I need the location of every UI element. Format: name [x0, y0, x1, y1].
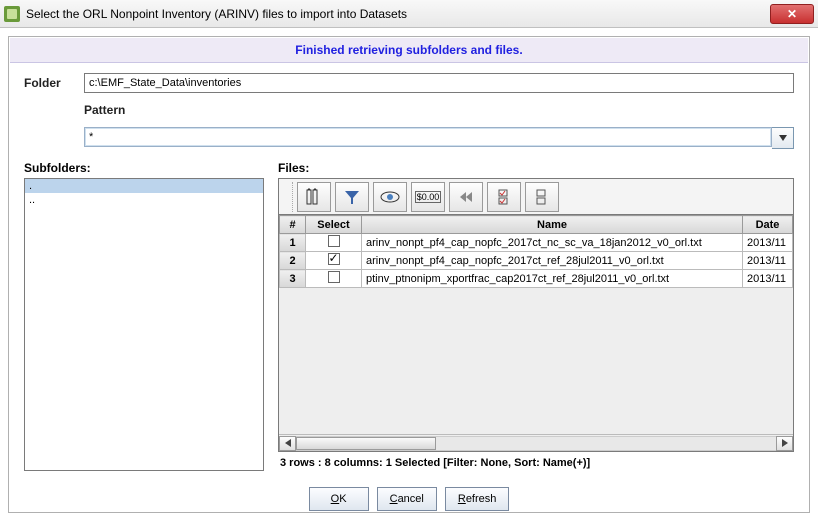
scroll-thumb[interactable] — [296, 437, 436, 450]
row-select-checkbox[interactable] — [328, 271, 340, 283]
file-name-cell: arinv_nonpt_pf4_cap_nopfc_2017ct_ref_28j… — [362, 252, 743, 270]
ok-mnemonic: O — [331, 493, 340, 505]
scroll-track[interactable] — [296, 436, 776, 451]
col-header-date[interactable]: Date — [743, 216, 793, 234]
eye-icon — [380, 191, 400, 203]
row-number: 1 — [280, 234, 306, 252]
scroll-left-button[interactable] — [279, 436, 296, 451]
main-panel: Finished retrieving subfolders and files… — [8, 36, 810, 513]
list-item[interactable]: .. — [25, 193, 263, 207]
select-none-button[interactable] — [525, 182, 559, 212]
col-header-select[interactable]: Select — [306, 216, 362, 234]
chevron-down-icon — [779, 135, 787, 141]
file-date-cell: 2013/11 — [743, 234, 793, 252]
refresh-rest: efresh — [466, 493, 497, 505]
cancel-rest: ancel — [398, 493, 424, 505]
scroll-right-button[interactable] — [776, 436, 793, 451]
horizontal-scrollbar[interactable] — [279, 434, 793, 451]
subfolders-list[interactable]: . .. — [24, 178, 264, 471]
list-item[interactable]: . — [25, 179, 263, 193]
table-row[interactable]: 2 arinv_nonpt_pf4_cap_nopfc_2017ct_ref_2… — [280, 252, 793, 270]
files-toolbar: $0.00 — [278, 178, 794, 214]
files-label: Files: — [278, 161, 794, 175]
first-icon — [458, 190, 474, 204]
status-message: Finished retrieving subfolders and files… — [10, 38, 808, 63]
file-name-cell: ptinv_ptnonipm_xportfrac_cap2017ct_ref_2… — [362, 270, 743, 288]
row-number: 3 — [280, 270, 306, 288]
file-name-cell: arinv_nonpt_pf4_cap_nopfc_2017ct_nc_sc_v… — [362, 234, 743, 252]
first-page-button[interactable] — [449, 182, 483, 212]
toolbar-grip — [281, 182, 293, 212]
app-icon — [4, 6, 20, 22]
ok-button[interactable]: OK — [309, 487, 369, 511]
close-button[interactable]: ✕ — [770, 4, 814, 24]
filter-icon — [343, 188, 361, 206]
row-select-checkbox[interactable] — [328, 253, 340, 265]
pattern-label: Pattern — [84, 103, 770, 117]
col-header-rownum[interactable]: # — [280, 216, 306, 234]
refresh-mnemonic: R — [458, 493, 466, 505]
format-icon: $0.00 — [415, 191, 442, 203]
select-none-icon — [535, 188, 549, 206]
select-all-button[interactable] — [487, 182, 521, 212]
grid-status: 3 rows : 8 columns: 1 Selected [Filter: … — [278, 452, 794, 471]
pattern-input[interactable] — [84, 127, 772, 147]
filter-button[interactable] — [335, 182, 369, 212]
col-header-name[interactable]: Name — [362, 216, 743, 234]
close-icon: ✕ — [787, 7, 797, 21]
view-button[interactable] — [373, 182, 407, 212]
files-grid[interactable]: # Select Name Date 1 arinv_ — [278, 214, 794, 452]
refresh-button[interactable]: Refresh — [445, 487, 510, 511]
row-number: 2 — [280, 252, 306, 270]
folder-label: Folder — [24, 76, 84, 90]
file-date-cell: 2013/11 — [743, 270, 793, 288]
table-row[interactable]: 3 ptinv_ptnonipm_xportfrac_cap2017ct_ref… — [280, 270, 793, 288]
folder-input[interactable] — [84, 73, 794, 93]
chevron-right-icon — [782, 439, 788, 447]
cancel-button[interactable]: Cancel — [377, 487, 437, 511]
columns-button[interactable] — [297, 182, 331, 212]
window-title: Select the ORL Nonpoint Inventory (ARINV… — [26, 7, 770, 21]
table-row[interactable]: 1 arinv_nonpt_pf4_cap_nopfc_2017ct_nc_sc… — [280, 234, 793, 252]
ok-rest: K — [339, 493, 346, 505]
file-date-cell: 2013/11 — [743, 252, 793, 270]
subfolders-label: Subfolders: — [24, 161, 264, 175]
format-button[interactable]: $0.00 — [411, 182, 445, 212]
select-all-icon — [497, 188, 511, 206]
titlebar: Select the ORL Nonpoint Inventory (ARINV… — [0, 0, 818, 28]
row-select-checkbox[interactable] — [328, 235, 340, 247]
pattern-dropdown-button[interactable] — [772, 127, 794, 149]
chevron-left-icon — [285, 439, 291, 447]
cancel-mnemonic: C — [390, 493, 398, 505]
columns-icon — [305, 188, 323, 206]
